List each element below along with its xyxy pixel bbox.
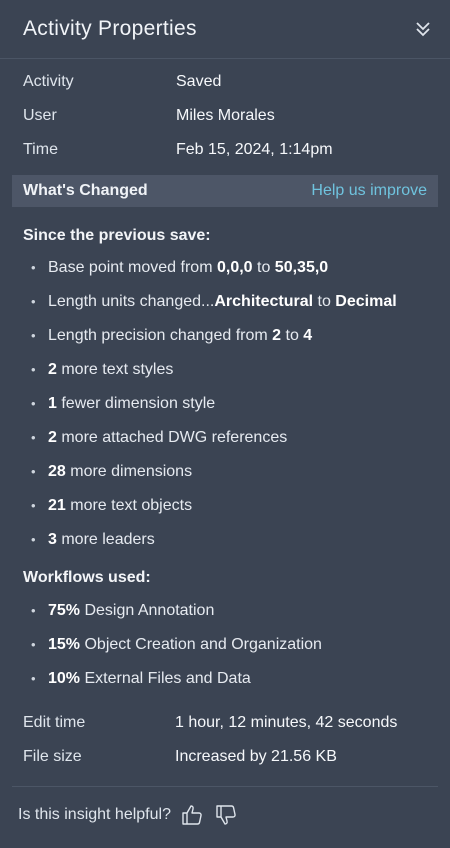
help-us-improve-link[interactable]: Help us improve	[311, 182, 427, 200]
highlight-value: 0,0,0	[216, 259, 253, 276]
item-text: Object Creation and Organization	[80, 636, 322, 653]
stat-label: Edit time	[23, 714, 86, 731]
highlight-value: 15%	[48, 636, 81, 653]
item-text: Length units changed...	[48, 293, 215, 310]
item-text: more text styles	[56, 361, 174, 378]
list-item: 15% Object Creation and Organization	[0, 628, 450, 662]
feedback-question: Is this insight helpful?	[18, 806, 171, 823]
list-item: 2 more text styles	[0, 353, 450, 387]
property-value: Miles Morales	[176, 107, 275, 124]
item-text: to	[281, 327, 304, 344]
stat-value: 1 hour, 12 minutes, 42 seconds	[175, 714, 398, 731]
property-value: Saved	[176, 73, 222, 90]
list-item: 21 more text objects	[0, 489, 450, 523]
item-text: more attached DWG references	[56, 429, 288, 446]
item-text: External Files and Data	[80, 670, 251, 687]
property-label: User	[23, 107, 57, 124]
highlight-value: 2	[272, 327, 282, 344]
list-item: 3 more leaders	[0, 523, 450, 557]
thumbs-down-icon[interactable]	[213, 802, 239, 828]
property-row-time: Time Feb 15, 2024, 1:14pm	[0, 133, 450, 167]
property-value: Feb 15, 2024, 1:14pm	[176, 141, 333, 158]
list-item: 28 more dimensions	[0, 455, 450, 489]
panel-header: Activity Properties	[0, 0, 450, 59]
list-item: 10% External Files and Data	[0, 662, 450, 696]
workflows-used-heading: Workflows used:	[23, 569, 151, 586]
list-item: Base point moved from 0,0,0 to 50,35,0	[0, 251, 450, 285]
list-item: Length units changed...Architectural to …	[0, 285, 450, 319]
whats-changed-bar: What's Changed Help us improve	[12, 175, 438, 207]
item-text: Design Annotation	[80, 602, 215, 619]
activity-properties-panel: Activity Properties Activity Saved User …	[0, 0, 450, 848]
item-text: more text objects	[65, 497, 193, 514]
highlight-value: 28	[48, 463, 66, 480]
property-row-user: User Miles Morales	[0, 99, 450, 133]
feedback-row: Is this insight helpful?	[0, 787, 450, 843]
highlight-value: 3	[48, 531, 57, 548]
stat-label: File size	[23, 748, 82, 765]
stat-row-file-size: File size Increased by 21.56 KB	[0, 740, 450, 774]
list-item: 2 more attached DWG references	[0, 421, 450, 455]
list-item: Length precision changed from 2 to 4	[0, 319, 450, 353]
thumbs-up-icon[interactable]	[179, 802, 205, 828]
changes-list: Base point moved from 0,0,0 to 50,35,0Le…	[0, 251, 450, 557]
item-text: more leaders	[56, 531, 155, 548]
workflows-list: 75% Design Annotation15% Object Creation…	[0, 594, 450, 696]
since-previous-save-heading: Since the previous save:	[23, 227, 211, 244]
item-text: to	[252, 259, 275, 276]
list-item: 1 fewer dimension style	[0, 387, 450, 421]
property-label: Time	[23, 141, 58, 158]
stats-list: Edit time 1 hour, 12 minutes, 42 seconds…	[0, 706, 450, 774]
highlight-value: 75%	[48, 602, 81, 619]
highlight-value: 2	[48, 361, 57, 378]
highlight-value: 4	[303, 327, 313, 344]
highlight-value: Architectural	[214, 293, 314, 310]
double-chevron-down-icon[interactable]	[414, 19, 432, 39]
highlight-value: 10%	[48, 670, 81, 687]
highlight-value: 50,35,0	[274, 259, 329, 276]
stat-value: Increased by 21.56 KB	[175, 748, 337, 765]
whats-changed-title: What's Changed	[23, 182, 148, 199]
stat-row-edit-time: Edit time 1 hour, 12 minutes, 42 seconds	[0, 706, 450, 740]
list-item: 75% Design Annotation	[0, 594, 450, 628]
item-text: Length precision changed from	[48, 327, 273, 344]
item-text: Base point moved from	[48, 259, 217, 276]
property-row-activity: Activity Saved	[0, 65, 450, 99]
item-text: to	[313, 293, 336, 310]
item-text: fewer dimension style	[56, 395, 216, 412]
item-text: more dimensions	[65, 463, 193, 480]
highlight-value: 1	[48, 395, 57, 412]
properties-list: Activity Saved User Miles Morales Time F…	[0, 59, 450, 171]
highlight-value: Decimal	[335, 293, 397, 310]
highlight-value: 2	[48, 429, 57, 446]
panel-title: Activity Properties	[23, 17, 197, 40]
highlight-value: 21	[48, 497, 66, 514]
property-label: Activity	[23, 73, 74, 90]
